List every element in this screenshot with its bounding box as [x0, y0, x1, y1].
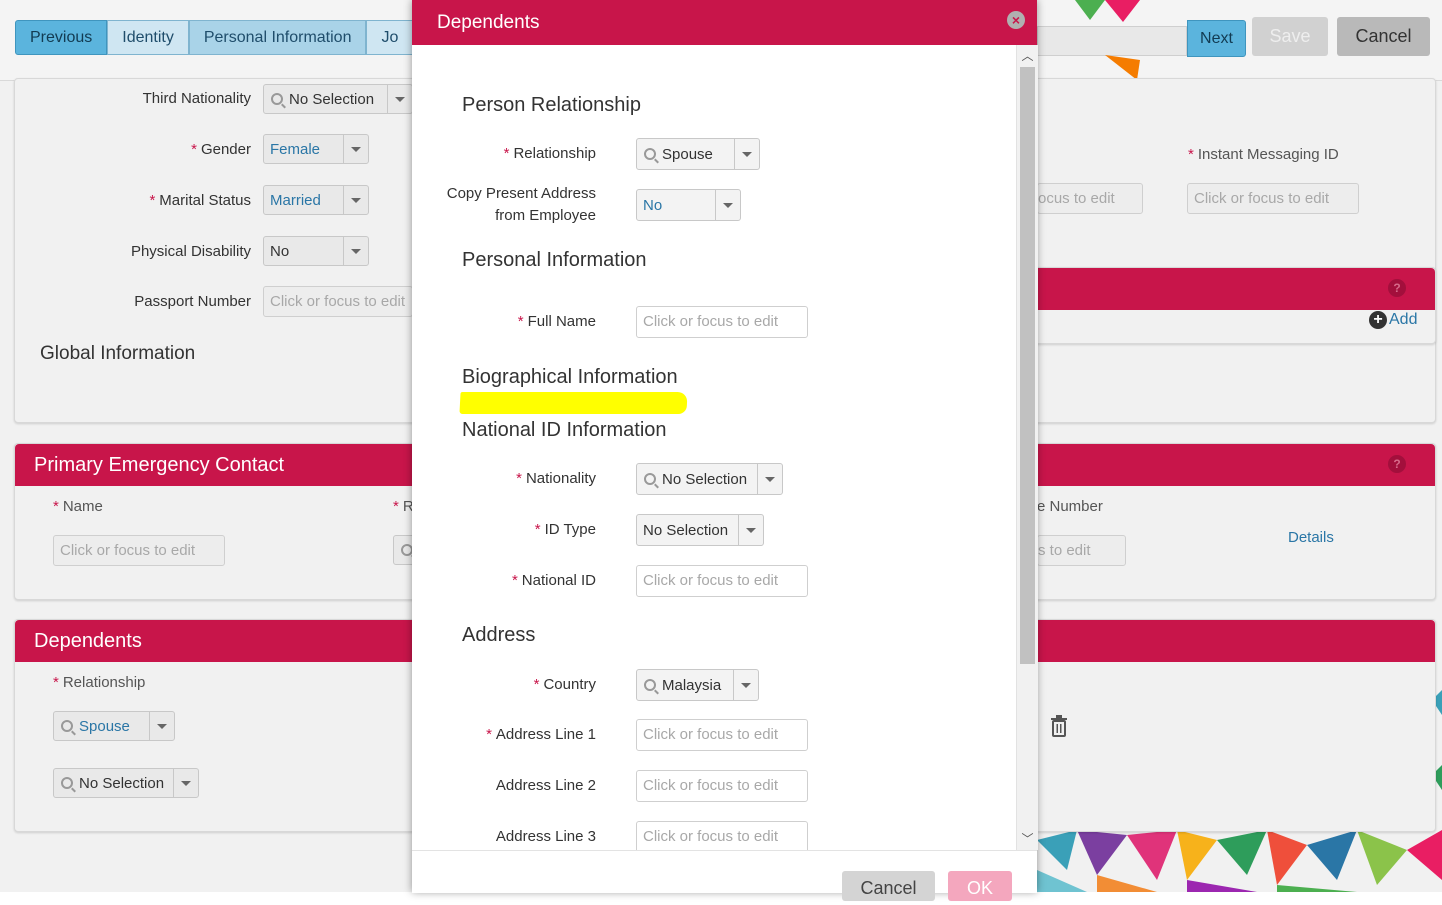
select-value: Malaysia: [662, 676, 722, 694]
id-type-select[interactable]: No Selection: [636, 514, 764, 546]
country-label: * Country: [533, 676, 596, 693]
copy-address-select[interactable]: No: [636, 189, 741, 221]
select-value: Spouse: [662, 145, 713, 163]
address-line-3-label: Address Line 3: [495, 828, 596, 845]
country-select[interactable]: Malaysia: [636, 669, 759, 701]
scroll-up-icon[interactable]: ︿: [1017, 47, 1038, 65]
address-line-3-input[interactable]: Click or focus to edit: [636, 821, 808, 850]
copy-address-label: Copy Present Address: [446, 185, 596, 202]
address-line-1-input[interactable]: Click or focus to edit: [636, 719, 808, 751]
search-icon: [644, 473, 656, 485]
copy-address-label-line2: from Employee: [495, 207, 596, 224]
full-name-label: * Full Name: [517, 313, 596, 330]
section-address: Address: [462, 624, 536, 646]
nationality-select[interactable]: No Selection: [636, 463, 783, 495]
dialog-cancel-button[interactable]: Cancel: [842, 871, 935, 901]
dialog-scrollbar[interactable]: ︿ ﹀: [1016, 45, 1038, 850]
dependents-dialog: Dependents × Person Relationship * Relati…: [412, 0, 1038, 901]
select-value: No Selection: [662, 470, 748, 488]
section-personal-information: Personal Information: [462, 249, 647, 271]
relationship-label: * Relationship: [503, 145, 596, 162]
chevron-down-icon: [733, 670, 758, 700]
address-line-2-input[interactable]: Click or focus to edit: [636, 770, 808, 802]
scroll-down-icon[interactable]: ﹀: [1017, 830, 1038, 848]
chevron-down-icon: [738, 515, 763, 545]
search-icon: [644, 679, 656, 691]
nationality-label: * Nationality: [516, 470, 596, 487]
dialog-ok-button[interactable]: OK: [948, 871, 1012, 901]
yellow-highlight-mark: [459, 392, 688, 414]
close-icon[interactable]: ×: [1007, 11, 1025, 29]
national-id-label: * National ID: [511, 572, 596, 589]
relationship-select[interactable]: Spouse: [636, 138, 760, 170]
full-name-input[interactable]: Click or focus to edit: [636, 306, 808, 338]
scrollbar-thumb[interactable]: [1020, 67, 1035, 664]
select-value: No: [643, 196, 663, 214]
chevron-down-icon: [715, 190, 740, 220]
section-person-relationship: Person Relationship: [462, 94, 641, 116]
select-value: No Selection: [643, 521, 729, 539]
dialog-title: Dependents: [437, 12, 540, 33]
search-icon: [644, 148, 656, 160]
address-line-1-label: * Address Line 1: [486, 726, 596, 743]
chevron-down-icon: [757, 464, 782, 494]
dialog-footer: Cancel OK: [412, 850, 1037, 901]
dialog-body: Person Relationship * Relationship Spouse…: [412, 45, 1016, 850]
id-type-label: * ID Type: [534, 521, 596, 538]
section-biographical-information: Biographical Information: [462, 366, 678, 388]
address-line-2-label: Address Line 2: [495, 777, 596, 794]
national-id-input[interactable]: Click or focus to edit: [636, 565, 808, 597]
section-national-id-information: National ID Information: [462, 419, 667, 441]
chevron-down-icon: [734, 139, 759, 169]
dialog-header: Dependents ×: [412, 0, 1037, 45]
